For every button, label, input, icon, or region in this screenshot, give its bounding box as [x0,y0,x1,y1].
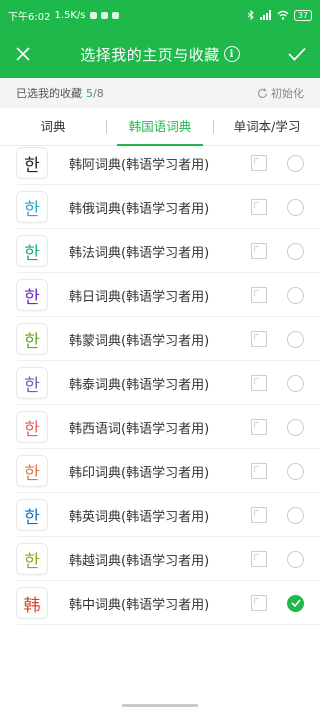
home-icon[interactable] [251,199,267,215]
select-radio[interactable] [287,198,304,216]
dictionary-list: 한 韩阿词典(韩语学习者用) 한 韩俄词典(韩语学习者用) 한 韩法词典(韩语学习者用) 한… [0,141,320,625]
home-icon[interactable] [251,287,267,303]
reset-label: 初始化 [271,87,304,100]
tab-wordbook[interactable]: 单词本/学习 [214,108,320,146]
battery-icon: 37 [293,9,312,21]
dictionary-name: 韩俄词典(韩语学习者用) [69,201,210,217]
select-radio[interactable] [287,374,304,392]
list-item[interactable]: 한 韩越词典(韩语学习者用) [0,537,320,581]
selection-label: 已选我的收藏 [16,87,82,100]
dictionary-logo: 한 [17,148,47,178]
list-item[interactable]: 한 韩英词典(韩语学习者用) [0,493,320,537]
list-item[interactable]: 한 韩俄词典(韩语学习者用) [0,185,320,229]
select-radio[interactable] [287,462,304,480]
bluetooth-icon [247,10,254,20]
selection-bar: 已选我的收藏 5 / 8 初始化 [0,78,320,108]
dictionary-name: 韩印词典(韩语学习者用) [69,465,210,481]
home-icon[interactable] [251,551,267,567]
list-item[interactable]: 한 韩泰词典(韩语学习者用) [0,361,320,405]
list-item[interactable]: 한 韩日词典(韩语学习者用) [0,273,320,317]
page-title: 选择我的主页与收藏 i [46,44,274,65]
dictionary-logo: 한 [17,500,47,530]
select-radio[interactable] [287,418,304,436]
dictionary-name: 韩蒙词典(韩语学习者用) [69,333,210,349]
list-item[interactable]: 한 韩阿词典(韩语学习者用) [0,141,320,185]
list-item[interactable]: 韩 韩中词典(韩语学习者用) [0,581,320,625]
close-button[interactable] [0,30,46,78]
home-icon[interactable] [251,507,267,523]
dictionary-name: 韩中词典(韩语学习者用) [69,597,210,613]
select-radio[interactable] [287,286,304,304]
home-icon[interactable] [251,155,267,171]
dictionary-name: 韩阿词典(韩语学习者用) [69,157,210,173]
close-icon [16,47,30,61]
home-icon[interactable] [251,331,267,347]
confirm-button[interactable] [274,30,320,78]
dictionary-logo: 한 [17,236,47,266]
tab-korean-dictionary[interactable]: 韩国语词典 [107,108,213,146]
notification-icon [111,11,119,19]
dictionary-logo: 한 [17,280,47,310]
home-indicator [122,704,198,707]
signal-icon [259,10,271,20]
list-item[interactable]: 한 韩法词典(韩语学习者用) [0,229,320,273]
dictionary-logo: 한 [17,324,47,354]
wifi-icon [277,10,289,20]
list-item[interactable]: 한 韩蒙词典(韩语学习者用) [0,317,320,361]
notification-icon [89,11,97,19]
status-left: 下午6:02 1.5K/s [8,8,119,23]
select-radio[interactable] [287,242,304,260]
list-item[interactable]: 한 韩西语词(韩语学习者用) [0,405,320,449]
dictionary-name: 韩越词典(韩语学习者用) [69,553,210,569]
home-icon[interactable] [251,463,267,479]
home-icon[interactable] [251,419,267,435]
info-icon[interactable]: i [223,46,240,62]
status-time: 下午6:02 [8,11,51,23]
dictionary-logo: 한 [17,368,47,398]
reset-button[interactable]: 初始化 [257,85,304,101]
refresh-icon [257,87,268,98]
dictionary-logo: 한 [17,456,47,486]
check-icon [288,47,306,61]
home-icon[interactable] [251,375,267,391]
header: 选择我的主页与收藏 i [0,30,320,78]
dictionary-name: 韩西语词(韩语学习者用) [69,421,210,437]
selection-total: 8 [96,86,104,100]
status-bar: 下午6:02 1.5K/s 37 [0,0,320,30]
select-radio[interactable] [287,154,304,172]
check-circle-icon[interactable] [287,594,304,612]
home-icon[interactable] [251,595,267,611]
dictionary-name: 韩法词典(韩语学习者用) [69,245,210,261]
list-item[interactable]: 한 韩印词典(韩语学习者用) [0,449,320,493]
notification-icon [100,11,108,19]
select-radio[interactable] [287,506,304,524]
selection-count: 5 [86,86,93,100]
dictionary-logo: 한 [17,192,47,222]
status-right: 37 [247,9,312,21]
dictionary-logo: 韩 [17,588,47,618]
dictionary-name: 韩英词典(韩语学习者用) [69,509,210,525]
tab-dictionary[interactable]: 词典 [0,108,106,146]
status-speed: 1.5K/s [54,9,86,21]
page-title-text: 选择我的主页与收藏 [80,45,220,64]
home-icon[interactable] [251,243,267,259]
dictionary-name: 韩日词典(韩语学习者用) [69,289,210,305]
dictionary-logo: 한 [17,412,47,442]
select-radio[interactable] [287,330,304,348]
dictionary-logo: 한 [17,544,47,574]
dictionary-name: 韩泰词典(韩语学习者用) [69,377,210,393]
select-radio[interactable] [287,550,304,568]
